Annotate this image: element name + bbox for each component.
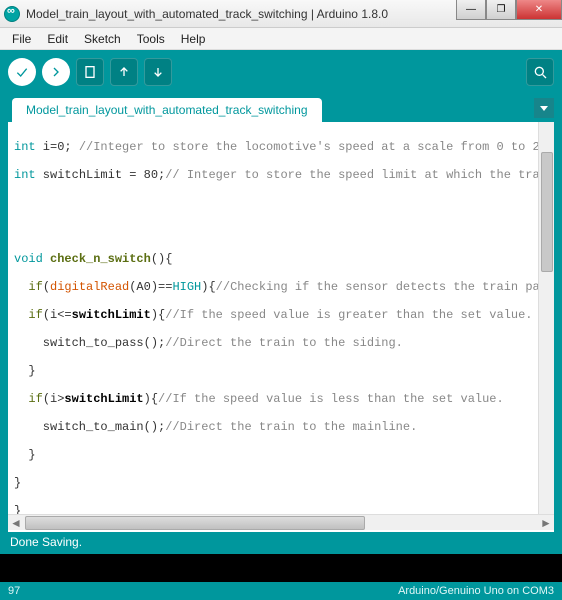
line-number: 97: [8, 585, 20, 597]
new-sketch-button[interactable]: [76, 58, 104, 86]
serial-monitor-button[interactable]: [526, 58, 554, 86]
code-editor[interactable]: int i=0; //Integer to store the locomoti…: [8, 122, 554, 514]
tab-bar: Model_train_layout_with_automated_track_…: [0, 94, 562, 122]
footer-bar: 97 Arduino/Genuino Uno on COM3: [0, 582, 562, 600]
verify-button[interactable]: [8, 58, 36, 86]
arduino-app-icon: [4, 6, 20, 22]
editor-pane: int i=0; //Integer to store the locomoti…: [0, 122, 562, 532]
horizontal-scrollbar[interactable]: ◄ ►: [8, 514, 554, 530]
upload-button[interactable]: [42, 58, 70, 86]
save-sketch-button[interactable]: [144, 58, 172, 86]
scroll-left-icon[interactable]: ◄: [8, 516, 24, 530]
menu-file[interactable]: File: [6, 30, 37, 48]
menu-help[interactable]: Help: [175, 30, 212, 48]
console-output: [0, 554, 562, 582]
board-port-info: Arduino/Genuino Uno on COM3: [398, 585, 554, 597]
tab-menu-button[interactable]: [534, 98, 554, 118]
maximize-button[interactable]: ❐: [486, 0, 516, 20]
minimize-button[interactable]: —: [456, 0, 486, 20]
status-bar: Done Saving.: [0, 532, 562, 554]
menu-sketch[interactable]: Sketch: [78, 30, 127, 48]
menu-edit[interactable]: Edit: [41, 30, 74, 48]
scroll-right-icon[interactable]: ►: [538, 516, 554, 530]
menu-bar: File Edit Sketch Tools Help: [0, 28, 562, 50]
sketch-tab[interactable]: Model_train_layout_with_automated_track_…: [12, 98, 322, 122]
toolbar: [0, 50, 562, 94]
vertical-scrollbar[interactable]: [538, 122, 554, 514]
close-button[interactable]: ✕: [516, 0, 562, 20]
open-sketch-button[interactable]: [110, 58, 138, 86]
window-titlebar: Model_train_layout_with_automated_track_…: [0, 0, 562, 28]
menu-tools[interactable]: Tools: [131, 30, 171, 48]
